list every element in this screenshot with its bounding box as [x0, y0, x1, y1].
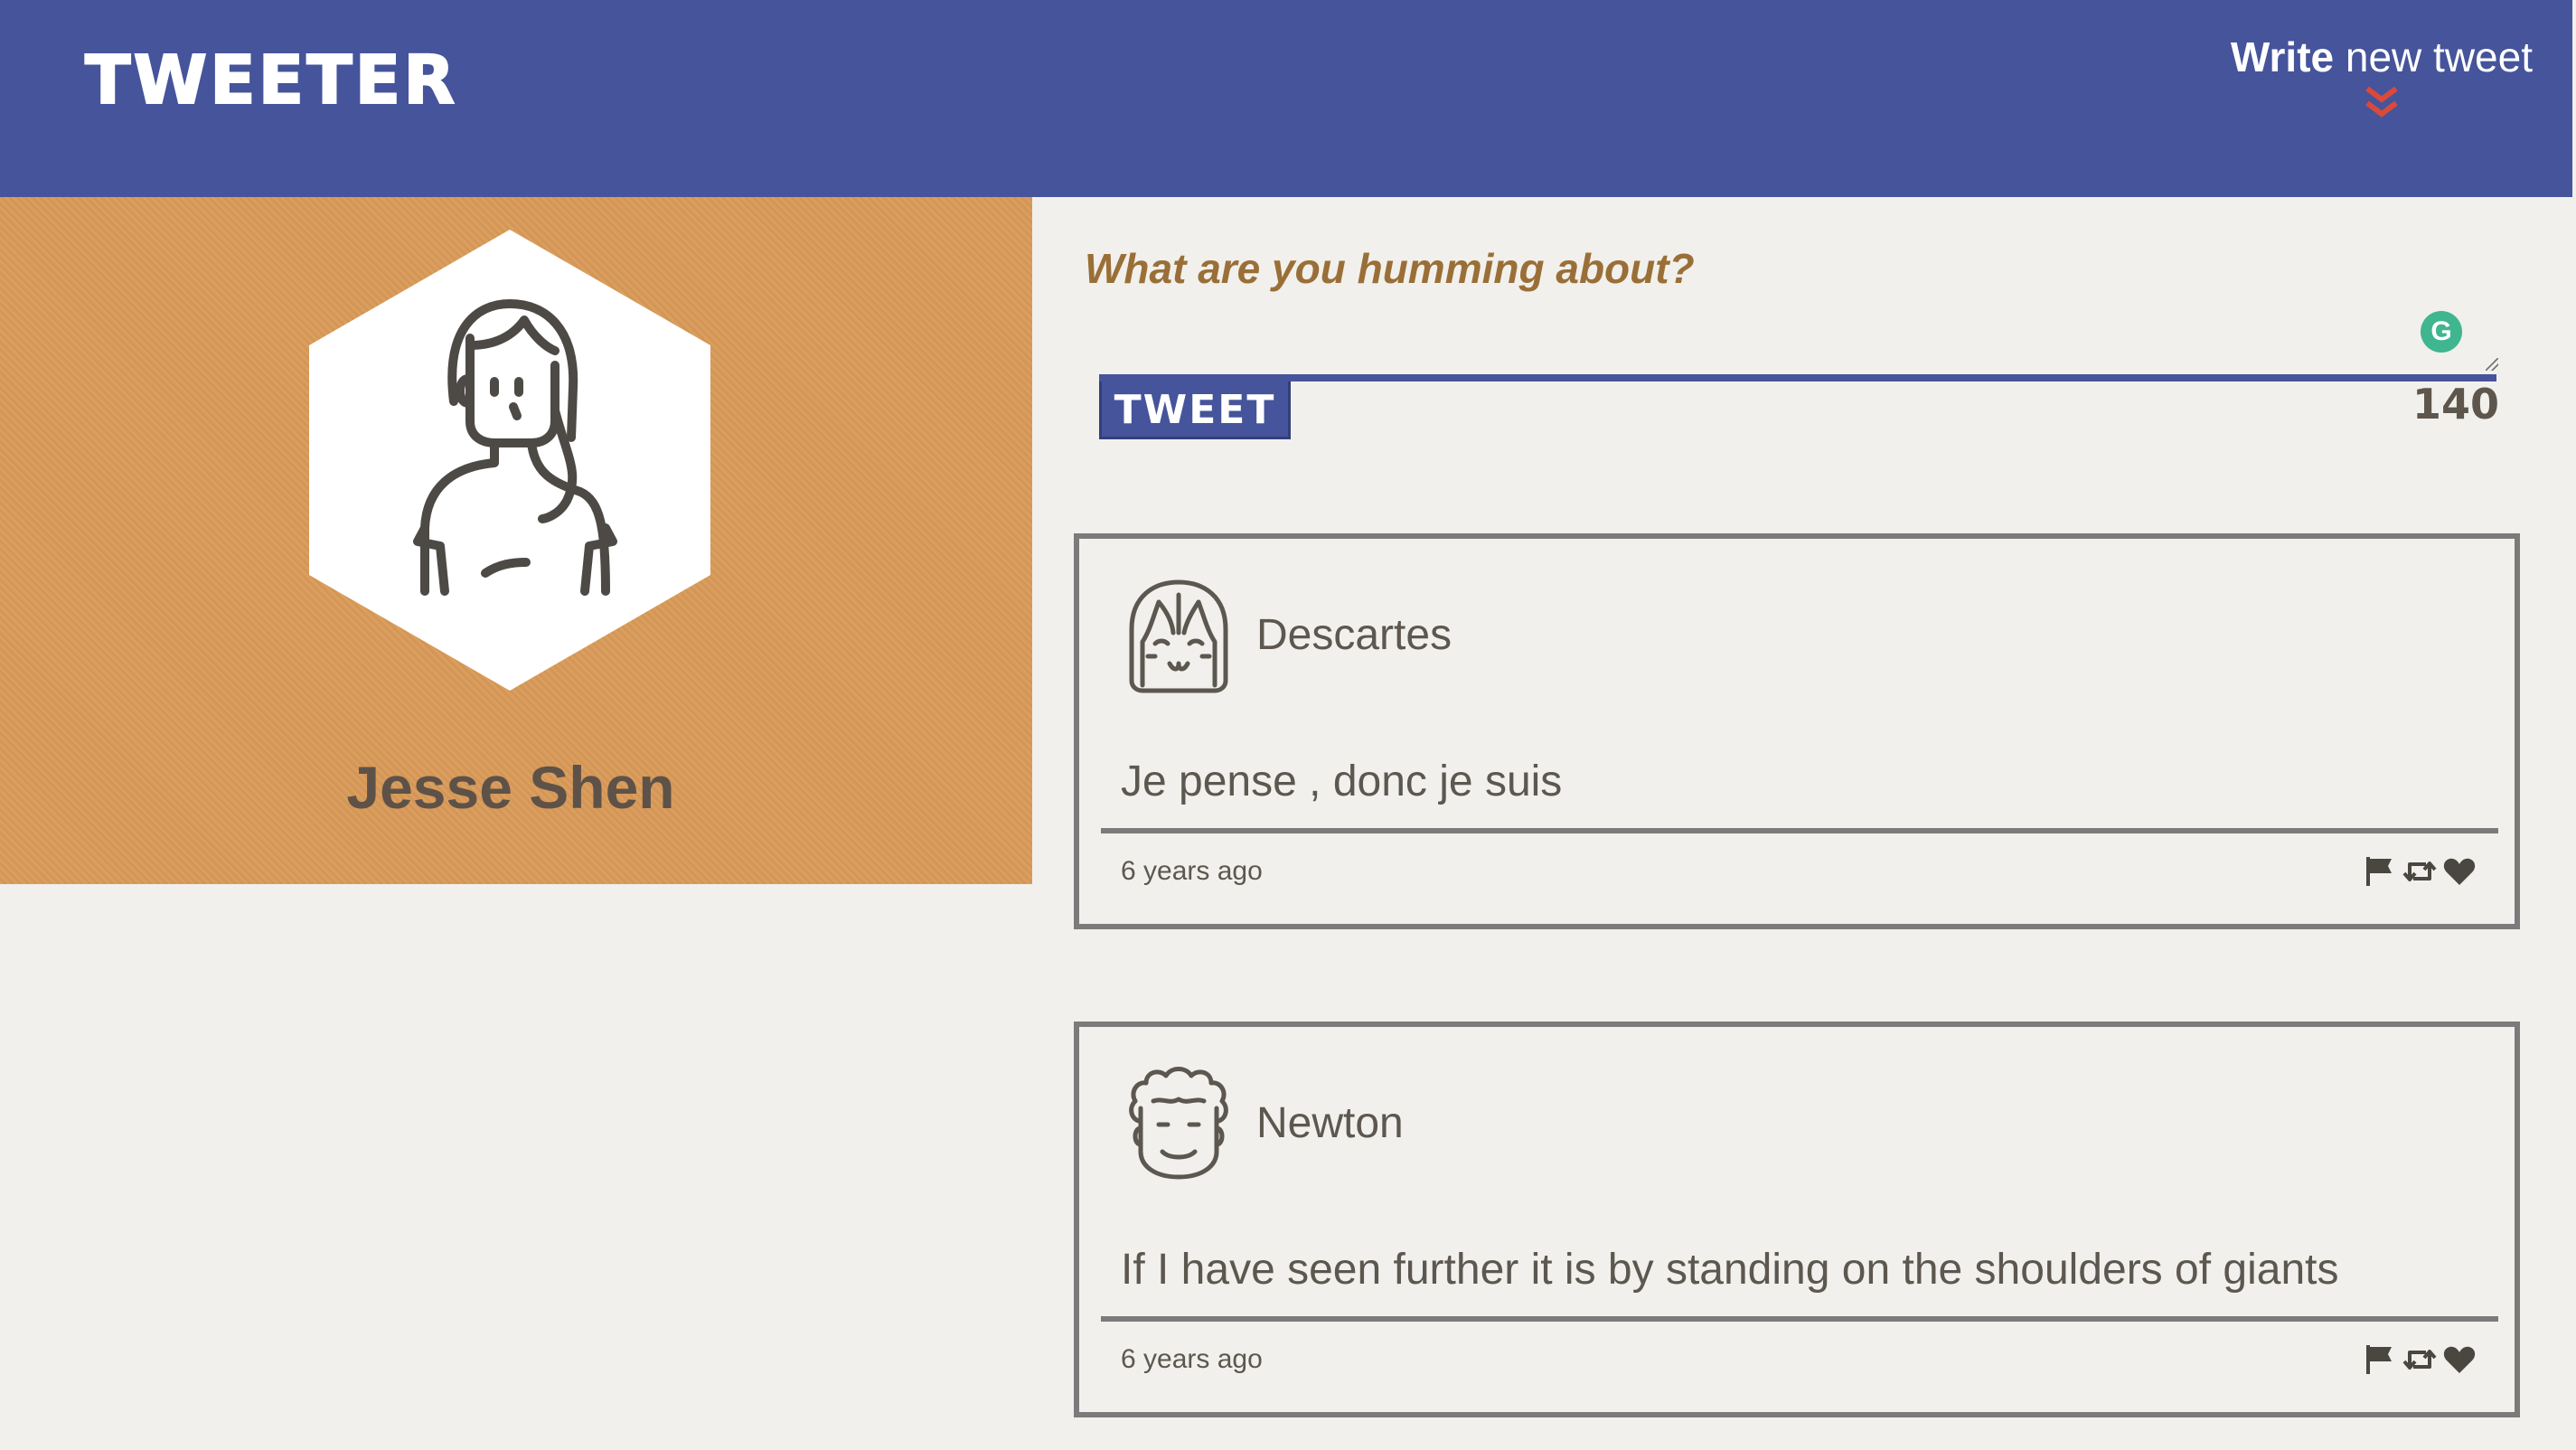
smiling-girl-avatar-icon: [1129, 579, 1228, 693]
profile-card: Jesse Shen: [0, 197, 1032, 884]
app-logo: TWEETER: [84, 42, 458, 119]
tweet-actions: [2363, 1343, 2477, 1376]
write-new-tweet-label: Write new tweet: [2231, 36, 2533, 78]
tweet-timestamp: 6 years ago: [1121, 1344, 1263, 1374]
compose-divider: [1099, 374, 2496, 381]
profile-name: Jesse Shen: [346, 754, 675, 821]
heart-icon[interactable]: [2442, 1343, 2477, 1376]
tweet-author: Newton: [1256, 1099, 1404, 1147]
retweet-icon[interactable]: [2402, 1343, 2437, 1376]
compose-placeholder: What are you humming about?: [1085, 245, 1695, 292]
tweet-card: Newton If I have seen further it is by s…: [1074, 1022, 2520, 1417]
tweet-content: Je pense , donc je suis: [1121, 758, 1563, 805]
tweet-divider: [1101, 1316, 2498, 1322]
top-nav-bar: TWEETER Write new tweet: [0, 0, 2572, 197]
textarea-resize-handle[interactable]: [2486, 358, 2498, 371]
write-new-tweet-label-rest: new tweet: [2334, 33, 2533, 80]
write-new-tweet-label-bold: Write: [2230, 33, 2335, 80]
tweet-content: If I have seen further it is by standing…: [1121, 1246, 2339, 1294]
double-chevron-down-icon: [2365, 86, 2398, 118]
grammarly-icon[interactable]: G: [2421, 311, 2462, 353]
flag-icon[interactable]: [2363, 855, 2397, 888]
tweet-submit-button[interactable]: TWEET: [1099, 381, 1291, 439]
compose-form: What are you humming about? G TWEET 140: [1085, 244, 2500, 461]
retweet-icon[interactable]: [2402, 855, 2437, 888]
tweet-card: Descartes Je pense , donc je suis 6 year…: [1074, 533, 2520, 929]
write-new-tweet-button[interactable]: Write new tweet: [2231, 36, 2533, 123]
heart-icon[interactable]: [2442, 855, 2477, 888]
character-counter: 140: [2411, 380, 2499, 428]
tweet-actions: [2363, 855, 2477, 888]
tweet-author: Descartes: [1256, 611, 1453, 659]
curly-hair-avatar-icon: [1129, 1067, 1228, 1180]
tweet-timestamp: 6 years ago: [1121, 856, 1263, 886]
profile-avatar: [309, 230, 710, 691]
flag-icon[interactable]: [2363, 1343, 2397, 1376]
tweet-divider: [1101, 828, 2498, 833]
